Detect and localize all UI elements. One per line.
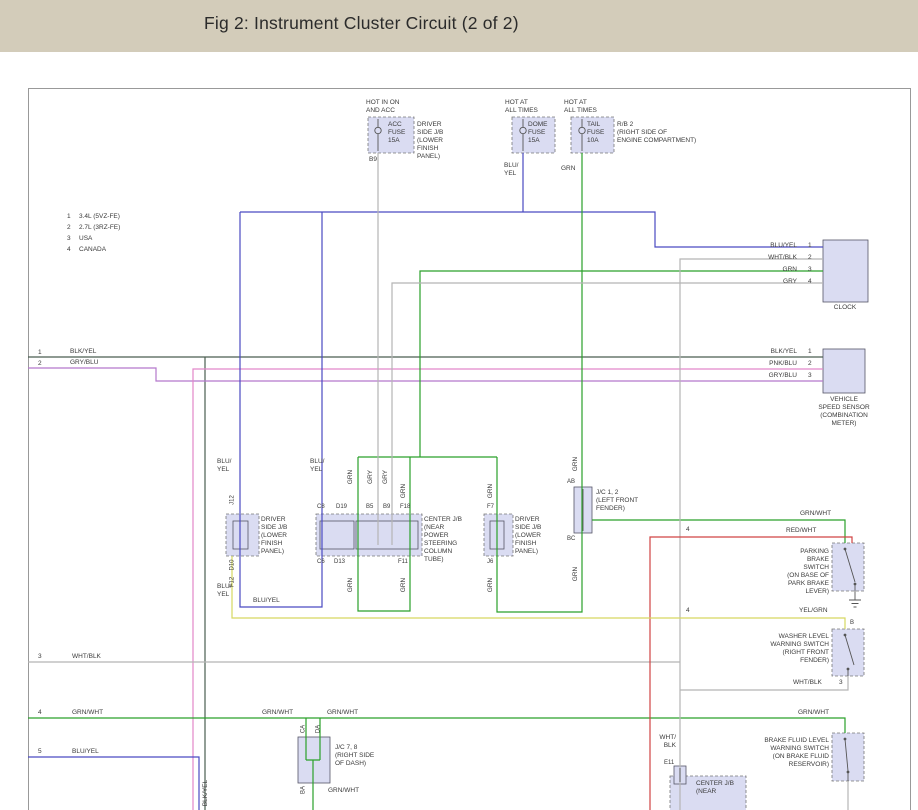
parking-brake-switch-box xyxy=(832,543,864,591)
symbols xyxy=(375,119,861,782)
diagram-border xyxy=(29,89,911,810)
wire-gry-blu xyxy=(28,368,823,381)
center-jb-connector-2 xyxy=(356,521,418,549)
diagram-canvas xyxy=(0,0,918,810)
wire-grn-under xyxy=(358,556,410,611)
wire-grn-wht-parking xyxy=(592,520,845,543)
parking-switch-terminal-2 xyxy=(854,583,857,586)
wire-pnk-blu xyxy=(193,369,823,810)
wire-blu-yel-under xyxy=(240,556,322,607)
wires xyxy=(28,153,852,810)
acc-fuse-box xyxy=(368,117,414,153)
clock-box xyxy=(823,240,868,302)
washer-switch-terminal-2 xyxy=(847,668,850,671)
wire-grn-wht-main xyxy=(28,718,845,733)
wire-gry-clock xyxy=(392,283,823,545)
center-jb-connector-1 xyxy=(320,521,354,549)
brake-fluid-switch-terminal-2 xyxy=(847,771,850,774)
wire-blu-yel-clock xyxy=(240,212,823,247)
wire-blu-yel-edge5 xyxy=(28,757,199,810)
dome-fuse-box xyxy=(512,117,555,153)
wire-wht-blk-main xyxy=(680,259,823,810)
wire-wht-blk-washer xyxy=(680,676,848,690)
speed-sensor-box xyxy=(823,349,865,393)
wire-yel-grn xyxy=(232,556,845,629)
tail-fuse-box xyxy=(571,117,614,153)
wire-grn-clock xyxy=(420,271,823,457)
wiring-diagram: HOT IN ON AND ACCACC FUSE 15ADRIVER SIDE… xyxy=(0,0,918,810)
